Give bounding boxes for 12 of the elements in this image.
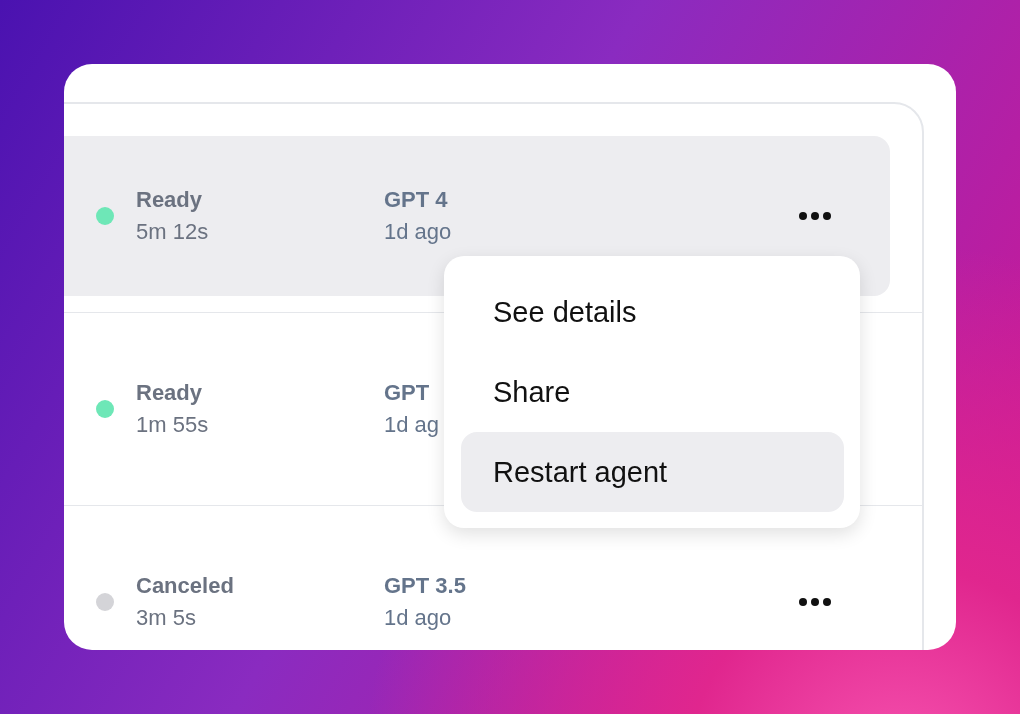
duration-text: 3m 5s <box>136 604 196 632</box>
age-text: 1d ag <box>384 411 440 439</box>
model-name: GPT 4 <box>384 186 448 214</box>
status-label: Ready <box>136 186 203 214</box>
age-text: 1d ago <box>384 218 452 246</box>
duration-text: 1m 55s <box>136 411 209 439</box>
status-label: Canceled <box>136 572 234 600</box>
duration-text: 5m 12s <box>136 218 209 246</box>
model-name: GPT 3.5 <box>384 572 466 600</box>
model-name: GPT <box>384 379 430 407</box>
age-text: 1d ago <box>384 604 452 632</box>
status-label: Ready <box>136 379 203 407</box>
